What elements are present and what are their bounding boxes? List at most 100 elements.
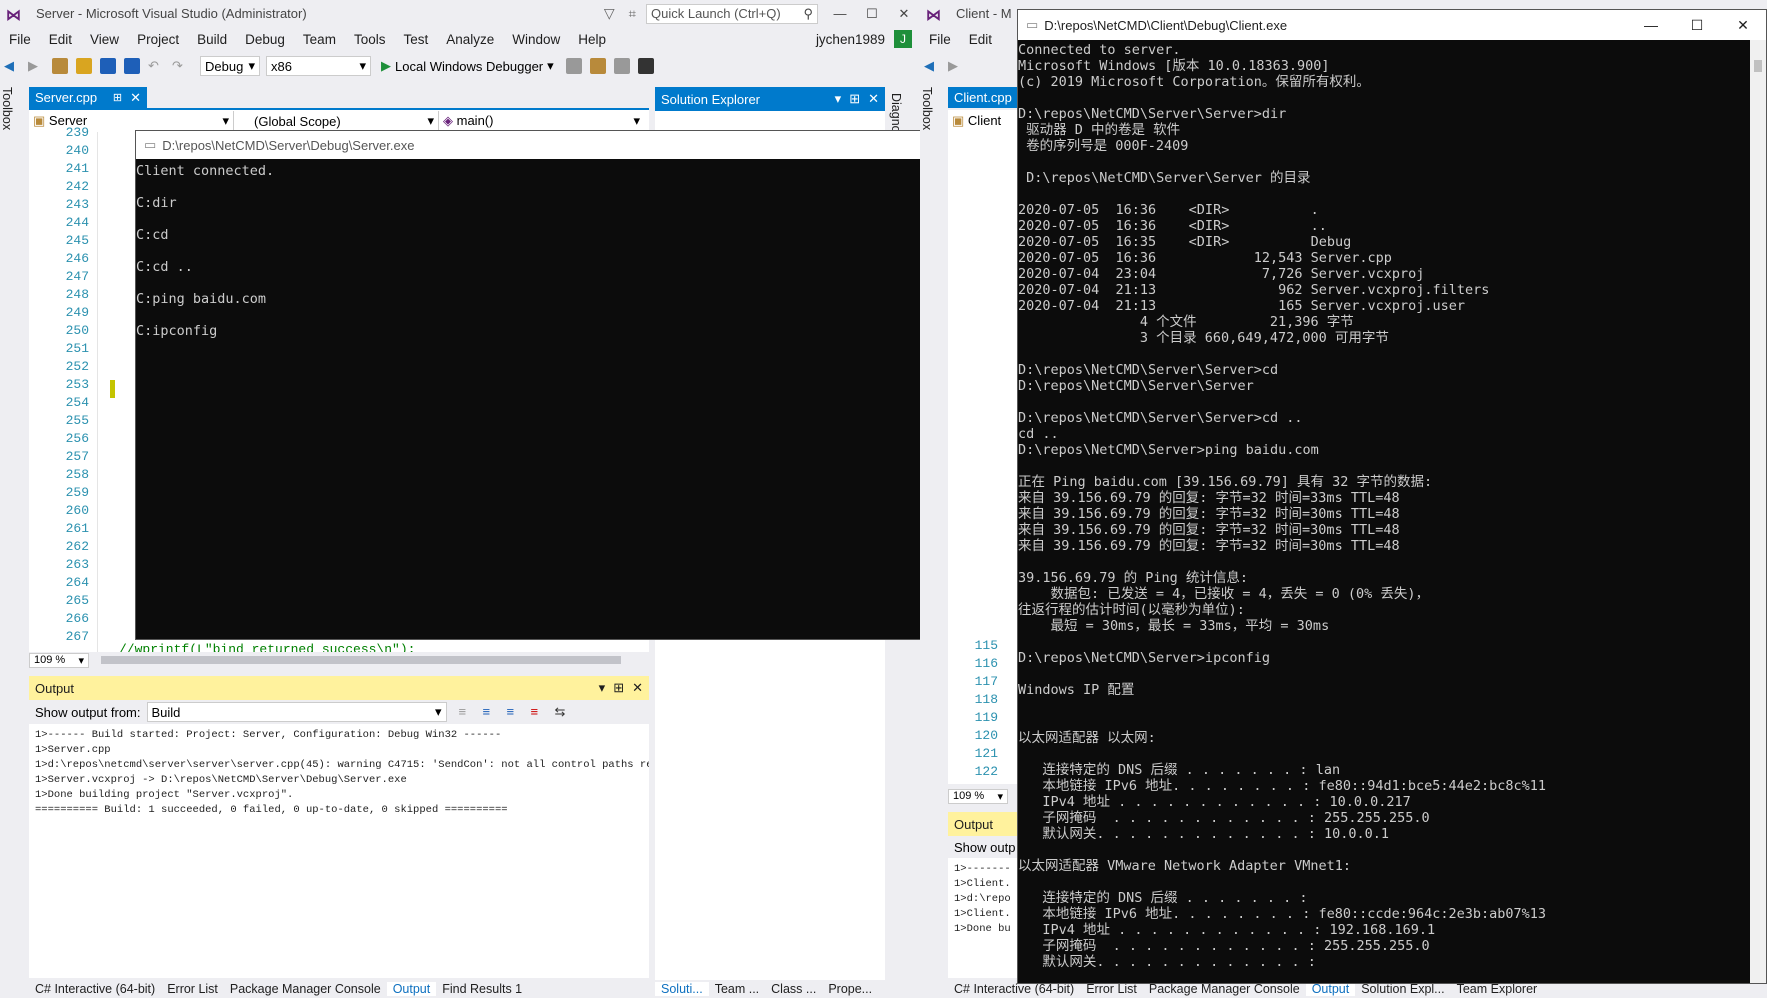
config-select[interactable]: Debug ▾ <box>200 56 260 76</box>
bookmark-icon[interactable] <box>637 58 654 74</box>
bottom-tab[interactable]: Output <box>1305 982 1356 996</box>
console-app-icon: ▭ <box>1026 17 1039 32</box>
solution-explorer-tab[interactable]: Prope... <box>822 982 878 996</box>
bottom-tab[interactable]: Solution Expl... <box>1355 982 1450 996</box>
panel-menu-icon[interactable]: ▾ <box>599 680 606 696</box>
menu-item-window[interactable]: Window <box>503 32 569 47</box>
menu-item-team[interactable]: Team <box>294 32 345 47</box>
forward-icon[interactable]: ▶ <box>28 58 44 74</box>
save-all-icon[interactable] <box>124 58 140 74</box>
nav-scope-select[interactable]: (Global Scope) ▾ <box>234 111 439 131</box>
output-text[interactable]: 1>------ Build started: Project: Server,… <box>29 724 649 962</box>
chevron-down-icon[interactable]: ▾ <box>547 58 554 74</box>
client-console-window[interactable]: ▭ D:\repos\NetCMD\Client\Debug\Client.ex… <box>1017 9 1767 984</box>
tab-server-cpp[interactable]: Server.cpp ⊞ ✕ <box>29 87 147 108</box>
bottom-tab[interactable]: Package Manager Console <box>224 982 387 996</box>
maximize-button[interactable]: ☐ <box>1674 17 1720 34</box>
menu-item-file[interactable]: File <box>920 32 960 47</box>
quick-launch-input[interactable]: Quick Launch (Ctrl+Q) ⚲ <box>646 3 818 24</box>
console-line: 连接特定的 DNS 后缀 . . . . . . . : lan <box>1018 762 1341 778</box>
bottom-tab[interactable]: Error List <box>161 982 224 996</box>
menu-item-tools[interactable]: Tools <box>345 32 395 47</box>
filter-icon[interactable]: ▽ <box>604 5 615 22</box>
solution-explorer-tab[interactable]: Team ... <box>709 982 765 996</box>
forward-icon[interactable]: ▶ <box>948 58 964 74</box>
toolbar-tool-icon[interactable] <box>565 58 582 74</box>
show-output-select[interactable]: Build ▾ <box>146 702 447 722</box>
panel-menu-icon[interactable]: ▾ <box>835 91 842 107</box>
clear-all-icon[interactable]: ≡ <box>531 704 547 720</box>
bottom-tab[interactable]: Find Results 1 <box>436 982 528 996</box>
toolbar-tool-icon[interactable] <box>589 58 606 74</box>
bottom-tab[interactable]: C# Interactive (64-bit) <box>948 982 1080 996</box>
vertical-scrollbar[interactable] <box>1750 40 1766 983</box>
next-message-icon[interactable]: ≡ <box>507 704 523 720</box>
server-console-output[interactable]: Client connected. C:dir C:cd C:cd .. C:ping … <box>136 159 1019 339</box>
word-wrap-icon[interactable]: ⇆ <box>555 704 571 720</box>
menu-item-debug[interactable]: Debug <box>236 32 294 47</box>
console-line: 来自 39.156.69.79 的回复: 字节=32 时间=33ms TTL=4… <box>1018 490 1400 506</box>
zoom-select[interactable]: 109 % ▾ <box>948 788 1008 804</box>
zoom-select[interactable]: 109 % ▾ <box>29 652 89 668</box>
bottom-tab[interactable]: Error List <box>1080 982 1143 996</box>
find-message-icon[interactable]: ≡ <box>459 704 475 720</box>
menu-item-file[interactable]: File <box>0 32 40 47</box>
chevron-down-icon: ▾ <box>427 113 434 128</box>
redo-icon[interactable]: ↷ <box>172 58 188 74</box>
minimize-button[interactable]: — <box>1628 17 1674 33</box>
maximize-button[interactable]: ☐ <box>856 6 888 22</box>
bottom-tab[interactable]: Package Manager Console <box>1143 982 1306 996</box>
back-icon[interactable]: ◀ <box>4 58 20 74</box>
bottom-tab[interactable]: C# Interactive (64-bit) <box>29 982 161 996</box>
open-file-icon[interactable] <box>76 58 92 74</box>
menu-item-test[interactable]: Test <box>394 32 437 47</box>
close-icon[interactable]: ✕ <box>868 91 879 107</box>
pin-icon[interactable]: ⊞ <box>113 91 122 104</box>
zoom-value: 109 % <box>34 654 66 666</box>
close-icon[interactable]: ✕ <box>632 680 643 696</box>
menu-item-view[interactable]: View <box>81 32 128 47</box>
prev-message-icon[interactable]: ≡ <box>483 704 499 720</box>
menu-item-edit[interactable]: Edit <box>40 32 81 47</box>
menu-item-help[interactable]: Help <box>569 32 615 47</box>
play-icon[interactable]: ▶ <box>381 58 391 74</box>
server-console-window[interactable]: ▭ D:\repos\NetCMD\Server\Debug\Server.ex… <box>135 130 1020 640</box>
undo-icon[interactable]: ↶ <box>148 58 164 74</box>
new-project-icon[interactable] <box>52 58 68 74</box>
menu-item-project[interactable]: Project <box>128 32 188 47</box>
output-line: 1>d:\repos\netcmd\server\server\server.c… <box>35 759 649 771</box>
close-icon[interactable]: ✕ <box>130 90 141 106</box>
toolbox-strip[interactable]: Toolbox <box>920 81 942 998</box>
toolbox-label[interactable]: Toolbox <box>920 87 934 130</box>
feedback-icon[interactable]: ⌗ <box>629 6 636 22</box>
diagnostics-label[interactable]: Diagno <box>889 93 903 133</box>
bottom-tab[interactable]: Output <box>386 982 437 996</box>
menu-item-edit[interactable]: Edit <box>960 32 1001 47</box>
back-icon[interactable]: ◀ <box>924 58 940 74</box>
solution-explorer-tab[interactable]: Soluti... <box>655 982 709 996</box>
menu-item-analyze[interactable]: Analyze <box>437 32 503 47</box>
user-name[interactable]: jychen1989 <box>807 32 894 47</box>
pin-icon[interactable]: ⊞ <box>849 91 860 107</box>
start-debugger-button[interactable]: Local Windows Debugger <box>395 59 543 74</box>
bottom-tab[interactable]: Team Explorer <box>1451 982 1544 996</box>
console-line: 来自 39.156.69.79 的回复: 字节=32 时间=30ms TTL=4… <box>1018 522 1400 538</box>
close-button[interactable]: ✕ <box>1720 17 1766 34</box>
close-button[interactable]: ✕ <box>888 6 920 22</box>
menu-item-build[interactable]: Build <box>188 32 236 47</box>
console-line: D:\repos\NetCMD\Server\Server 的目录 <box>1018 170 1311 186</box>
pin-icon[interactable]: ⊞ <box>613 680 624 696</box>
scrollbar-thumb[interactable] <box>1754 60 1762 72</box>
toolbox-label[interactable]: Toolbox <box>0 87 14 130</box>
toolbar-tool-icon[interactable] <box>613 58 630 74</box>
save-icon[interactable] <box>100 58 116 74</box>
nav-member-select[interactable]: ◈ main() ▾ <box>439 111 644 131</box>
toolbox-strip[interactable]: Toolbox <box>0 81 22 998</box>
avatar[interactable]: J <box>894 30 912 48</box>
horizontal-scrollbar[interactable] <box>101 656 621 664</box>
minimize-button[interactable]: — <box>824 6 856 21</box>
client-console-output[interactable]: Connected to server. Microsoft Windows [版… <box>1018 40 1766 970</box>
solution-explorer-tab[interactable]: Class ... <box>765 982 822 996</box>
line-number: 256 <box>65 431 89 446</box>
platform-select[interactable]: x86 ▾ <box>266 56 371 76</box>
